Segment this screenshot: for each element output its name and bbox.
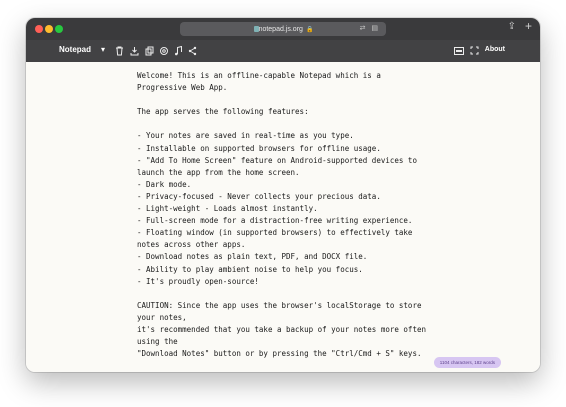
note-line bbox=[137, 118, 432, 130]
browser-titlebar: notepad.js.org 🔒 ⇄ ▤ ⇪ + bbox=[26, 18, 540, 40]
note-line: it's recommended that you take a backup … bbox=[137, 324, 426, 334]
note-line: - Download notes as plain text, PDF, and… bbox=[137, 252, 368, 262]
note-line: - Full-screen mode for a distraction-fre… bbox=[137, 216, 413, 226]
browser-window: notepad.js.org 🔒 ⇄ ▤ ⇪ + Notepad ▾ About… bbox=[26, 18, 540, 372]
note-line: notes across other apps. bbox=[137, 240, 246, 250]
note-line: - "Add To Home Screen" feature on Androi… bbox=[137, 155, 417, 165]
settings-icon[interactable] bbox=[158, 45, 169, 56]
copy-icon[interactable] bbox=[144, 45, 155, 56]
note-line: launch the app from the home screen. bbox=[137, 167, 300, 177]
note-line: - Floating window (in supported browsers… bbox=[137, 228, 413, 238]
fullscreen-icon[interactable] bbox=[469, 45, 480, 56]
app-toolbar: Notepad ▾ About bbox=[26, 40, 540, 62]
note-editor[interactable]: Welcome! This is an offline-capable Note… bbox=[26, 62, 540, 372]
note-line: - Dark mode. bbox=[137, 179, 192, 189]
share-icon[interactable] bbox=[187, 45, 198, 56]
site-favicon-icon bbox=[254, 26, 259, 32]
note-line: - Installable on supported browsers for … bbox=[137, 143, 381, 153]
note-line: your notes, bbox=[137, 312, 187, 322]
note-textarea[interactable]: Welcome! This is an offline-capable Note… bbox=[137, 70, 432, 360]
about-link[interactable]: About bbox=[485, 46, 505, 53]
note-line: The app serves the following features: bbox=[137, 107, 309, 117]
note-line: "Download Notes" button or by pressing t… bbox=[137, 349, 422, 359]
note-line: Welcome! This is an offline-capable Note… bbox=[137, 71, 381, 80]
note-line: - Your notes are saved in real-time as y… bbox=[137, 131, 354, 141]
music-icon[interactable] bbox=[173, 45, 184, 56]
zoom-window-button[interactable] bbox=[55, 25, 63, 33]
note-line: CAUTION: Since the app uses the browser'… bbox=[137, 300, 422, 310]
download-icon[interactable] bbox=[129, 45, 140, 56]
browser-share-icon[interactable]: ⇪ bbox=[508, 21, 516, 32]
new-tab-icon[interactable]: + bbox=[525, 19, 532, 33]
note-line: using the bbox=[137, 337, 178, 347]
address-bar[interactable]: notepad.js.org 🔒 ⇄ ▤ bbox=[180, 22, 386, 36]
trash-icon[interactable] bbox=[114, 45, 125, 56]
note-line: - Ability to play ambient noise to help … bbox=[137, 264, 363, 274]
note-line bbox=[137, 288, 432, 300]
close-window-button[interactable] bbox=[35, 25, 43, 33]
url-text: notepad.js.org bbox=[258, 25, 303, 33]
note-line bbox=[137, 94, 432, 106]
app-name: Notepad bbox=[59, 45, 91, 54]
note-line: - Light-weight - Loads almost instantly. bbox=[137, 204, 318, 214]
note-line: - Privacy-focused - Never collects your … bbox=[137, 191, 381, 201]
picture-in-picture-icon[interactable] bbox=[453, 45, 464, 56]
note-line: Progressive Web App. bbox=[137, 83, 228, 93]
note-line: - It's proudly open-source! bbox=[137, 276, 259, 286]
chevron-down-icon[interactable]: ▾ bbox=[101, 45, 105, 54]
page-tools-icon[interactable]: ⇄ ▤ bbox=[360, 24, 380, 32]
minimize-window-button[interactable] bbox=[45, 25, 53, 33]
word-counter-badge: 1104 characters, 182 words bbox=[433, 357, 501, 368]
lock-icon: 🔒 bbox=[305, 26, 314, 33]
